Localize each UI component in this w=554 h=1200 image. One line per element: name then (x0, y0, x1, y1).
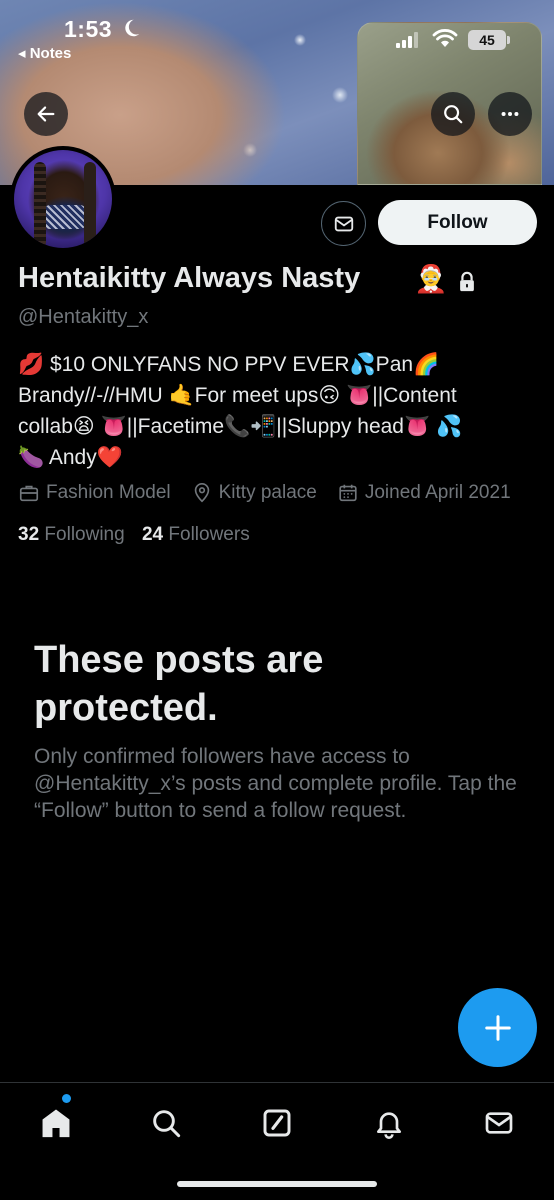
back-arrow-icon (37, 106, 55, 122)
compose-button[interactable] (458, 988, 537, 1067)
joined-text: Joined April 2021 (364, 482, 511, 503)
mail-icon (334, 216, 353, 231)
profile-handle: @Hentakitty_x (18, 306, 149, 328)
protected-title: These posts are protected. (34, 639, 324, 729)
following-link[interactable]: 32 Following (18, 524, 125, 545)
follow-button[interactable]: Follow (378, 200, 537, 245)
following-count: 32 (18, 524, 40, 545)
home-notification-dot (62, 1094, 71, 1103)
back-to-notes-link[interactable]: ◂ Notes (18, 44, 71, 62)
avatar[interactable] (10, 146, 116, 252)
home-icon (42, 1109, 70, 1138)
status-time: 1:53 (64, 16, 113, 42)
tab-messages[interactable] (479, 1103, 519, 1143)
followers-label: Followers (168, 524, 250, 545)
back-button[interactable] (24, 92, 68, 136)
lock-icon (460, 271, 474, 292)
meta-location: Kitty palace (191, 482, 317, 504)
protected-description: Only confirmed followers have access to … (34, 745, 517, 822)
meta-category: Fashion Model (18, 482, 171, 504)
calendar-icon (339, 484, 357, 502)
meta-joined: Joined April 2021 (337, 482, 511, 504)
followers-link[interactable]: 24 Followers (142, 524, 250, 545)
mail-icon (485, 1112, 513, 1134)
search-button[interactable] (431, 92, 475, 136)
tab-search[interactable] (146, 1103, 186, 1143)
battery-indicator: 45 (468, 30, 510, 50)
cellular-signal-icon (396, 32, 418, 48)
plus-icon (484, 1014, 511, 1041)
more-icon (501, 111, 519, 117)
message-button[interactable] (321, 201, 366, 246)
search-icon (444, 105, 463, 124)
bell-icon (377, 1112, 401, 1139)
location-text: Kitty palace (218, 482, 317, 503)
grok-icon (263, 1109, 291, 1137)
home-indicator[interactable] (177, 1181, 377, 1187)
follow-stats: 32 Following 24 Followers (18, 524, 262, 546)
tab-notifications[interactable] (369, 1103, 409, 1143)
search-icon (153, 1110, 181, 1138)
tab-home[interactable] (36, 1103, 76, 1143)
avatar-image (14, 150, 112, 248)
display-name: Hentaikitty Always Nasty (18, 262, 361, 294)
briefcase-icon (19, 485, 39, 502)
wifi-icon (432, 29, 458, 47)
name-emoji: 🤶 (414, 264, 448, 294)
more-options-button[interactable] (488, 92, 532, 136)
followers-count: 24 (141, 524, 164, 545)
profile-meta: Fashion Model Kitty palace Joined April … (18, 482, 531, 504)
location-pin-icon (194, 483, 209, 503)
moon-icon (125, 19, 140, 37)
following-label: Following (44, 524, 125, 545)
tab-grok[interactable] (257, 1103, 297, 1143)
category-text: Fashion Model (46, 482, 171, 503)
profile-bio: 💋 $10 ONLYFANS NO PPV EVER💦Pan🌈 Brandy//… (18, 353, 463, 469)
